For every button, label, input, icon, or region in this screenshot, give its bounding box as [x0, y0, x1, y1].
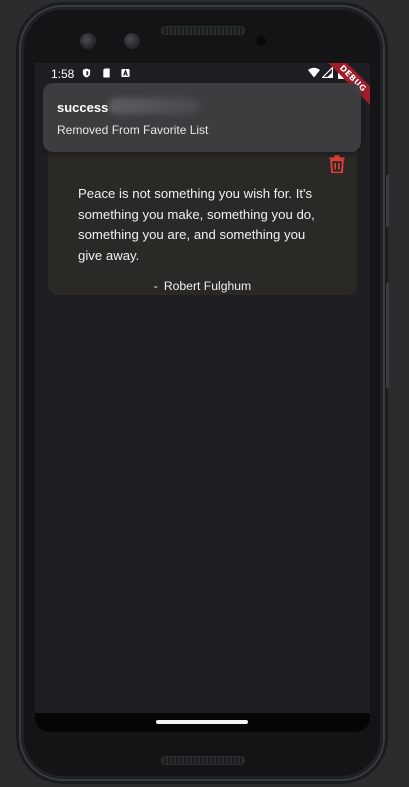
bottom-speaker	[161, 756, 245, 765]
app-screen: 1:58 DEBUG Peace is not something you wi…	[35, 63, 370, 713]
gesture-nav-bar	[35, 713, 370, 732]
earpiece-speaker	[161, 26, 245, 35]
quote-author-row: - Robert Fulghum	[48, 279, 357, 293]
snackbar-title: success	[57, 100, 109, 115]
a-icon	[121, 68, 130, 78]
home-gesture-pill[interactable]	[156, 720, 248, 724]
front-sensor-icon	[124, 33, 140, 49]
author-dash: -	[153, 279, 158, 293]
device-stage: 1:58 DEBUG Peace is not something you wi…	[0, 0, 409, 787]
power-button	[386, 175, 389, 227]
snackbar-message: Removed From Favorite List	[57, 123, 209, 137]
sd-card-icon	[103, 68, 110, 78]
status-time: 1:58	[51, 67, 75, 81]
status-bar: 1:58	[35, 63, 370, 85]
snackbar-blur-overlay	[108, 98, 200, 114]
success-snackbar: success Removed From Favorite List	[43, 83, 361, 152]
quote-card: Peace is not something you wish for. It'…	[48, 141, 357, 295]
quote-text: Peace is not something you wish for. It'…	[78, 186, 315, 263]
quote-author: Robert Fulghum	[163, 279, 252, 293]
wifi-icon	[308, 67, 320, 78]
volume-button	[386, 283, 389, 388]
signal-icon	[322, 67, 333, 78]
front-camera-icon	[80, 33, 96, 49]
shield-icon	[82, 68, 91, 78]
proximity-sensor	[256, 36, 266, 46]
trash-icon[interactable]	[329, 155, 345, 173]
